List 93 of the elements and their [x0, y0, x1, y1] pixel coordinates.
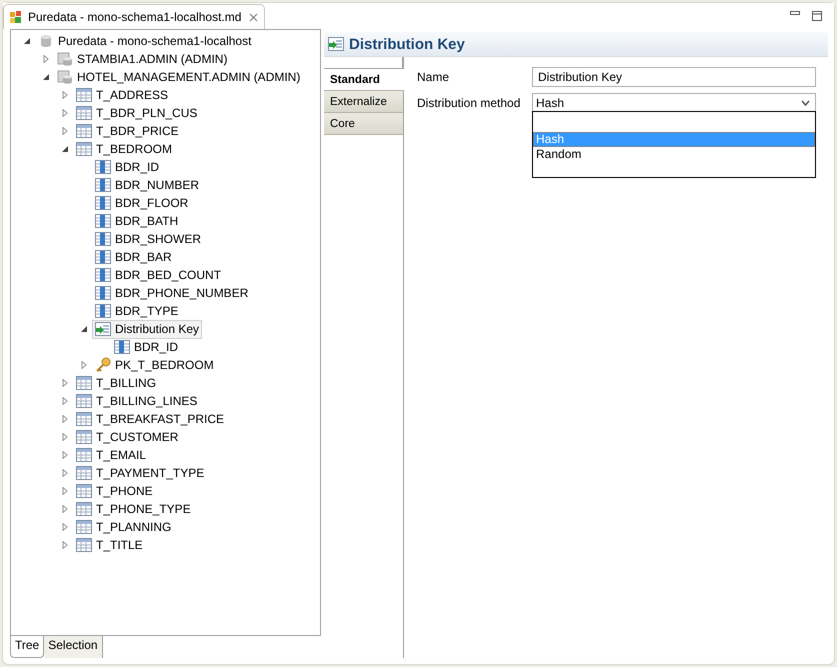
tree-item[interactable]: T_CUSTOMER [73, 428, 182, 446]
tree-item[interactable]: BDR_BAR [92, 248, 175, 266]
collapsed-arrow-icon[interactable] [61, 505, 69, 513]
tree-item[interactable]: T_PAYMENT_TYPE [73, 464, 208, 482]
table-icon [76, 520, 92, 534]
maximize-icon[interactable] [812, 11, 822, 21]
column-icon [95, 304, 111, 318]
table-icon [76, 106, 92, 120]
expanded-arrow-icon[interactable] [23, 37, 31, 45]
tree-item[interactable]: T_BEDROOM [73, 140, 176, 158]
table-icon [76, 142, 92, 156]
table-icon [76, 412, 92, 426]
tree-item[interactable]: HOTEL_MANAGEMENT.ADMIN (ADMIN) [54, 68, 304, 86]
expanded-arrow-icon[interactable] [42, 73, 50, 81]
collapsed-arrow-icon[interactable] [61, 451, 69, 459]
tree-item[interactable]: BDR_PHONE_NUMBER [92, 284, 252, 302]
tree-item[interactable]: BDR_FLOOR [92, 194, 192, 212]
column-icon [95, 250, 111, 264]
table-icon [76, 124, 92, 138]
tree-item[interactable]: T_EMAIL [73, 446, 150, 464]
column-icon [95, 232, 111, 246]
collapsed-arrow-icon[interactable] [61, 127, 69, 135]
tree-item[interactable]: BDR_BED_COUNT [92, 266, 224, 284]
tree-item[interactable]: T_PHONE [73, 482, 156, 500]
database-icon [38, 33, 54, 49]
close-icon[interactable] [249, 12, 258, 22]
collapsed-arrow-icon[interactable] [61, 433, 69, 441]
column-icon [95, 268, 111, 282]
distribution-key-icon [328, 37, 344, 51]
distribution-key-icon [95, 322, 111, 336]
tree-item[interactable]: T_PHONE_TYPE [73, 500, 194, 518]
tree-item[interactable]: T_ADDRESS [73, 86, 172, 104]
tree-item[interactable]: BDR_TYPE [92, 302, 182, 320]
collapsed-arrow-icon[interactable] [61, 487, 69, 495]
tree-item[interactable]: Distribution Key [92, 320, 202, 338]
collapsed-arrow-icon[interactable] [61, 109, 69, 117]
collapsed-arrow-icon[interactable] [61, 469, 69, 477]
view-tab[interactable]: Tree [10, 636, 44, 658]
editor-tab[interactable]: Puredata - mono-schema1-localhost.md [3, 4, 266, 29]
collapsed-arrow-icon[interactable] [61, 91, 69, 99]
collapsed-arrow-icon[interactable] [61, 397, 69, 405]
table-icon [76, 484, 92, 498]
tree-item[interactable]: BDR_ID [92, 158, 162, 176]
expanded-arrow-icon[interactable] [61, 145, 69, 153]
tree-item[interactable]: T_BILLING [73, 374, 160, 392]
collapsed-arrow-icon[interactable] [61, 523, 69, 531]
table-icon [76, 502, 92, 516]
table-icon [76, 394, 92, 408]
minimize-icon[interactable] [790, 11, 800, 15]
database-icon [57, 51, 73, 67]
table-icon [76, 376, 92, 390]
chevron-down-icon [801, 100, 810, 106]
tree-item[interactable]: BDR_NUMBER [92, 176, 202, 194]
table-icon [76, 430, 92, 444]
tree-item[interactable]: T_BILLING_LINES [73, 392, 200, 410]
column-icon [95, 160, 111, 174]
tree-item[interactable]: BDR_ID [111, 338, 182, 356]
side-tab[interactable]: Standard [324, 69, 404, 91]
tree-item[interactable]: BDR_BATH [92, 212, 182, 230]
collapsed-arrow-icon[interactable] [61, 415, 69, 423]
tree-item[interactable]: T_BDR_PRICE [73, 122, 182, 140]
collapsed-arrow-icon[interactable] [42, 55, 50, 63]
field-label: Name [417, 69, 450, 86]
tree-item[interactable]: BDR_SHOWER [92, 230, 204, 248]
side-tab[interactable]: Core [324, 113, 403, 135]
collapsed-arrow-icon[interactable] [80, 361, 88, 369]
tree-item[interactable]: STAMBIA1.ADMIN (ADMIN) [54, 50, 230, 68]
database-icon [57, 69, 73, 85]
column-icon [95, 178, 111, 192]
column-icon [95, 196, 111, 210]
tree-item[interactable]: T_BREAKFAST_PRICE [73, 410, 228, 428]
collapsed-arrow-icon[interactable] [61, 379, 69, 387]
table-icon [76, 538, 92, 552]
view-tab[interactable]: Selection [44, 636, 103, 658]
table-icon [76, 448, 92, 462]
side-tab[interactable]: Externalize [324, 91, 403, 113]
field-label: Distribution method [417, 95, 522, 112]
name-field[interactable]: Distribution Key [532, 67, 816, 87]
column-icon [95, 286, 111, 300]
table-icon [76, 88, 92, 102]
table-icon [76, 466, 92, 480]
puzzle-icon [8, 9, 24, 25]
key-icon [95, 357, 111, 373]
tree-item[interactable]: T_BDR_PLN_CUS [73, 104, 200, 122]
tree-item[interactable]: Puredata - mono-schema1-localhost [35, 32, 254, 50]
expanded-arrow-icon[interactable] [80, 325, 88, 333]
details-title: Distribution Key [349, 36, 465, 52]
tree-item[interactable]: T_PLANNING [73, 518, 174, 536]
column-icon [114, 340, 130, 354]
collapsed-arrow-icon[interactable] [61, 541, 69, 549]
column-icon [95, 214, 111, 228]
tree-item[interactable]: PK_T_BEDROOM [92, 356, 217, 374]
tree-item[interactable]: T_TITLE [73, 536, 146, 554]
